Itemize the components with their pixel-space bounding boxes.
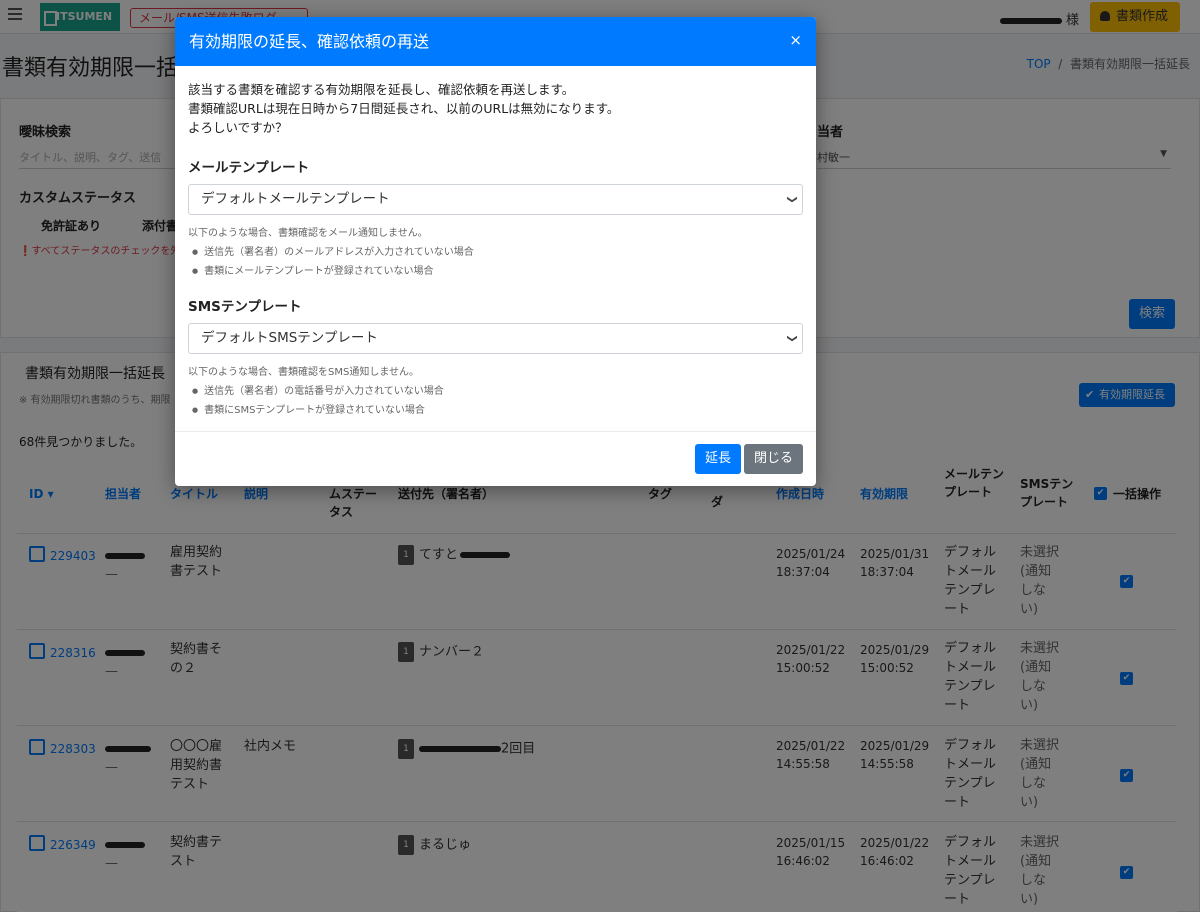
extend-button[interactable]: 延長 [695, 444, 741, 474]
mail-template-label: メールテンプレート [188, 160, 310, 176]
sms-help-item: 書類にSMSテンプレートが登録されていない場合 [192, 401, 803, 420]
chevron-down-icon: ❯ [786, 195, 798, 204]
modal-header: 有効期限の延長、確認依頼の再送 × [175, 17, 816, 66]
mail-help-text: 以下のような場合、書類確認をメール通知しません。 [188, 228, 428, 239]
chevron-down-icon: ❯ [786, 334, 798, 343]
modal-body: 該当する書類を確認する有効期限を延長し、確認依頼を再送します。 書類確認URLは… [175, 66, 816, 420]
sms-help-item: 送信先（署名者）の電話番号が入力されていない場合 [192, 382, 803, 401]
sms-template-value: デフォルトSMSテンプレート [201, 330, 378, 346]
mail-template-value: デフォルトメールテンプレート [201, 191, 390, 207]
intro-line: 書類確認URLは現在日時から7日間延長され、以前のURLは無効になります。 [188, 101, 620, 116]
mail-help-item: 書類にメールテンプレートが登録されていない場合 [192, 262, 803, 281]
close-button[interactable]: 閉じる [744, 444, 803, 474]
sms-template-select[interactable]: デフォルトSMSテンプレート ❯ [188, 323, 803, 354]
mail-template-select[interactable]: デフォルトメールテンプレート ❯ [188, 184, 803, 215]
modal-title: 有効期限の延長、確認依頼の再送 [189, 32, 430, 51]
intro-line: 該当する書類を確認する有効期限を延長し、確認依頼を再送します。 [188, 82, 575, 97]
intro-line: よろしいですか？ [188, 120, 288, 135]
modal-intro: 該当する書類を確認する有効期限を延長し、確認依頼を再送します。 書類確認URLは… [188, 80, 803, 137]
extend-expiry-modal: 有効期限の延長、確認依頼の再送 × 該当する書類を確認する有効期限を延長し、確認… [175, 17, 816, 486]
sms-help-text: 以下のような場合、書類確認をSMS通知しません。 [188, 367, 420, 378]
sms-help: 以下のような場合、書類確認をSMS通知しません。 送信先（署名者）の電話番号が入… [188, 363, 803, 420]
modal-footer: 延長 閉じる [175, 431, 816, 486]
close-icon[interactable]: × [789, 17, 802, 63]
sms-template-label: SMSテンプレート [188, 299, 302, 315]
mail-help-item: 送信先（署名者）のメールアドレスが入力されていない場合 [192, 243, 803, 262]
mail-help: 以下のような場合、書類確認をメール通知しません。 送信先（署名者）のメールアドレ… [188, 224, 803, 281]
